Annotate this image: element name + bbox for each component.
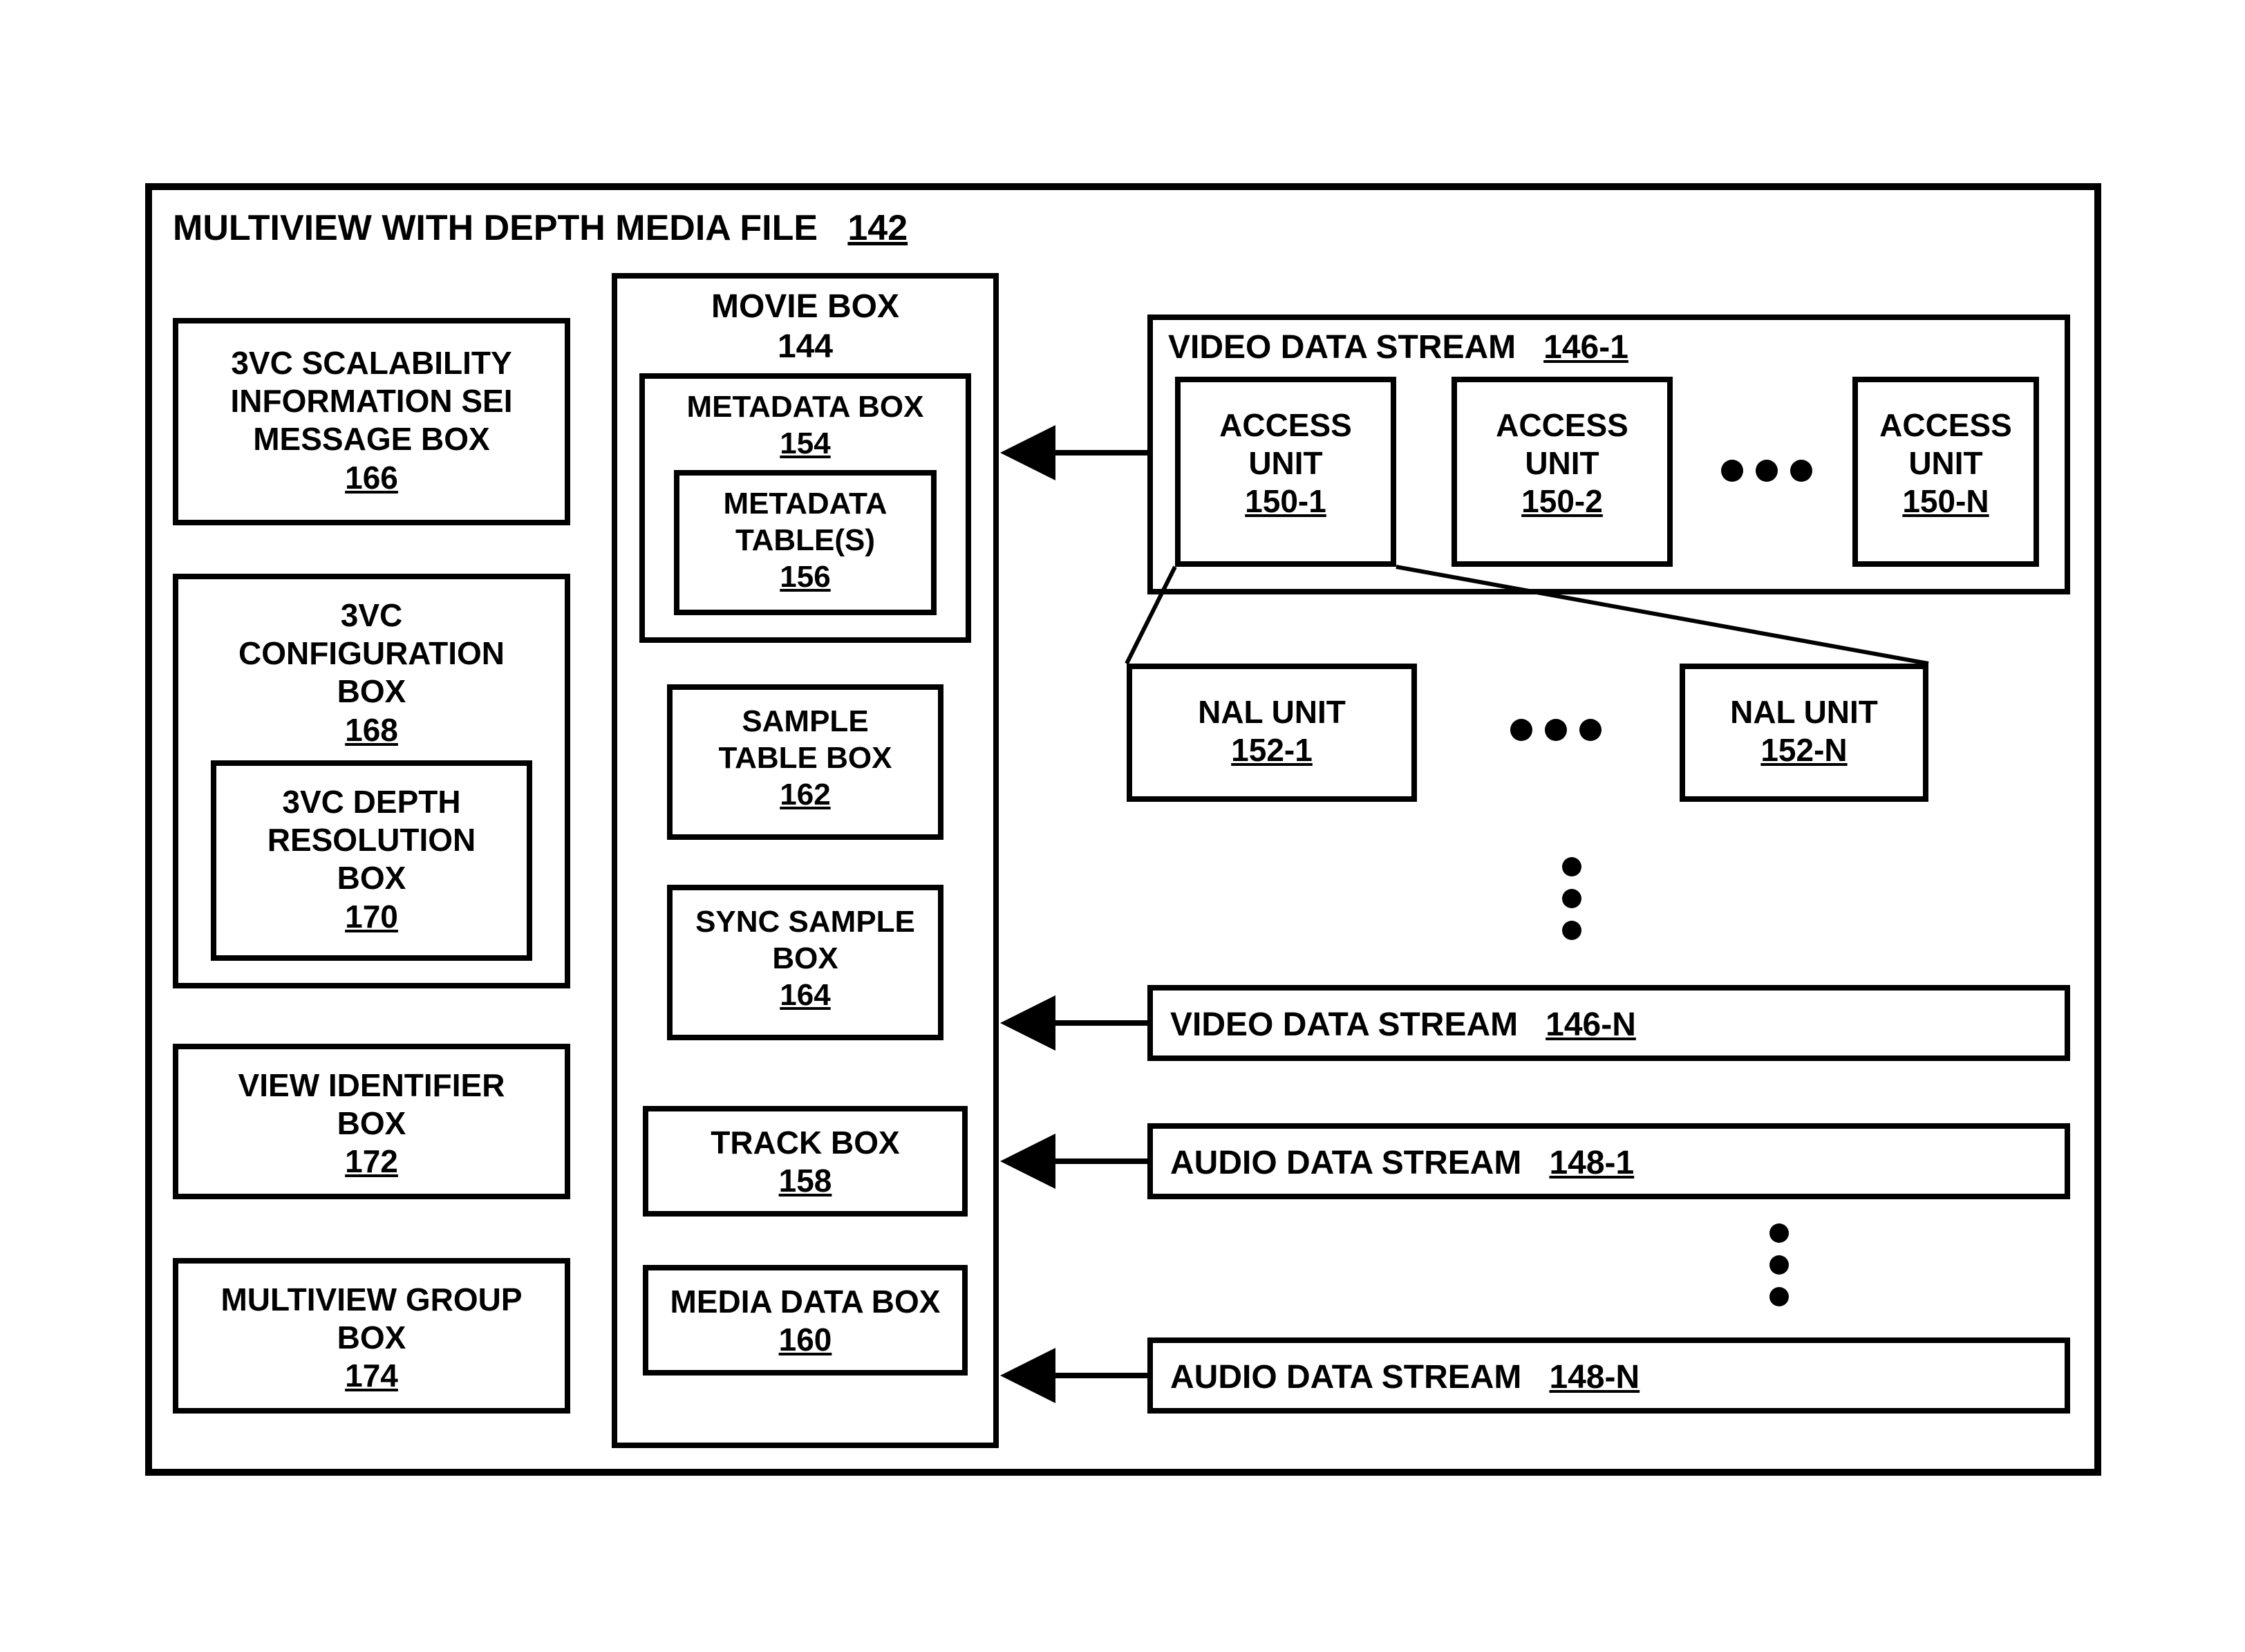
- videoN-title: VIDEO DATA STREAM: [1170, 1006, 1518, 1043]
- videoN-ref: 146-N: [1546, 1006, 1636, 1043]
- box-sync: SYNC SAMPLE BOX 164: [667, 885, 943, 1040]
- au-ellipsis: [1721, 460, 1812, 482]
- sample-l1: SAMPLE: [673, 704, 938, 740]
- au2-l2: UNIT: [1457, 444, 1667, 482]
- audio1-title: AUDIO DATA STREAM: [1170, 1145, 1521, 1181]
- box-naln: NAL UNIT 152-N: [1680, 664, 1928, 802]
- cfg-ref: 168: [178, 711, 565, 749]
- cfg-l2: CONFIGURATION: [178, 635, 565, 673]
- grp-l2: BOX: [178, 1319, 565, 1357]
- grp-l1: MULTIVIEW GROUP: [178, 1281, 565, 1319]
- au1-l2: UNIT: [1181, 444, 1391, 482]
- sei-ref: 166: [178, 459, 565, 497]
- track-ref: 158: [648, 1162, 962, 1200]
- audioN-ref: 148-N: [1549, 1359, 1640, 1396]
- sei-l2: INFORMATION SEI: [178, 382, 565, 420]
- depth-l2: RESOLUTION: [216, 821, 527, 859]
- meta-ref: 154: [645, 426, 966, 462]
- video1-title-row: VIDEO DATA STREAM 146-1: [1168, 328, 1628, 366]
- sei-l1: 3VC SCALABILITY: [178, 344, 565, 382]
- video-vdots: [1562, 857, 1581, 940]
- box-videoN: VIDEO DATA STREAM 146-N: [1147, 985, 2070, 1061]
- au1-l1: ACCESS: [1181, 406, 1391, 444]
- aun-l1: ACCESS: [1858, 406, 2033, 444]
- box-metatables: METADATA TABLE(S) 156: [674, 470, 937, 615]
- box-grp: MULTIVIEW GROUP BOX 174: [173, 1258, 570, 1414]
- box-sample: SAMPLE TABLE BOX 162: [667, 684, 943, 840]
- box-audio1: AUDIO DATA STREAM 148-1: [1147, 1123, 2070, 1199]
- outer-title-text: MULTIVIEW WITH DEPTH MEDIA FILE: [173, 208, 818, 248]
- box-sei: 3VC SCALABILITY INFORMATION SEI MESSAGE …: [173, 318, 570, 525]
- view-l2: BOX: [178, 1105, 565, 1143]
- nal1-l1: NAL UNIT: [1132, 693, 1411, 731]
- box-track: TRACK BOX 158: [643, 1106, 968, 1217]
- au2-ref: 150-2: [1457, 482, 1667, 520]
- audioN-title: AUDIO DATA STREAM: [1170, 1359, 1521, 1396]
- sync-ref: 164: [673, 977, 938, 1014]
- media-l1: MEDIA DATA BOX: [648, 1283, 962, 1321]
- view-l1: VIEW IDENTIFIER: [178, 1067, 565, 1105]
- depth-ref: 170: [216, 898, 527, 936]
- view-ref: 172: [178, 1143, 565, 1181]
- sei-l3: MESSAGE BOX: [178, 420, 565, 458]
- sample-ref: 162: [673, 777, 938, 814]
- meta-title: METADATA BOX: [645, 389, 966, 426]
- outer-title-ref: 142: [847, 208, 908, 248]
- track-l1: TRACK BOX: [648, 1124, 962, 1162]
- box-au2: ACCESS UNIT 150-2: [1452, 377, 1673, 567]
- movie-title: MOVIE BOX: [612, 287, 999, 327]
- audio-vdots: [1769, 1223, 1789, 1306]
- depth-l1: 3VC DEPTH: [216, 783, 527, 821]
- naln-l1: NAL UNIT: [1685, 693, 1923, 731]
- au1-ref: 150-1: [1181, 482, 1391, 520]
- grp-ref: 174: [178, 1357, 565, 1395]
- tables-l2: TABLE(S): [679, 523, 931, 559]
- box-depth: 3VC DEPTH RESOLUTION BOX 170: [211, 760, 532, 961]
- box-nal1: NAL UNIT 152-1: [1127, 664, 1417, 802]
- nal1-ref: 152-1: [1132, 731, 1411, 769]
- cfg-l3: BOX: [178, 673, 565, 711]
- nal-ellipsis: [1510, 719, 1601, 741]
- tables-ref: 156: [679, 559, 931, 596]
- sync-l2: BOX: [673, 941, 938, 977]
- diagram-canvas: MULTIVIEW WITH DEPTH MEDIA FILE 142 3VC …: [0, 0, 2245, 1652]
- aun-l2: UNIT: [1858, 444, 2033, 482]
- box-aun: ACCESS UNIT 150-N: [1852, 377, 2039, 567]
- tables-l1: METADATA: [679, 486, 931, 523]
- box-au1: ACCESS UNIT 150-1: [1175, 377, 1396, 567]
- box-media: MEDIA DATA BOX 160: [643, 1265, 968, 1376]
- aun-ref: 150-N: [1858, 482, 2033, 520]
- media-ref: 160: [648, 1321, 962, 1359]
- box-view: VIEW IDENTIFIER BOX 172: [173, 1044, 570, 1199]
- movie-ref: 144: [612, 327, 999, 367]
- video1-title: VIDEO DATA STREAM: [1168, 329, 1516, 366]
- video1-ref: 146-1: [1543, 329, 1628, 366]
- sync-l1: SYNC SAMPLE: [673, 904, 938, 941]
- cfg-l1: 3VC: [178, 597, 565, 635]
- depth-l3: BOX: [216, 859, 527, 897]
- audio1-ref: 148-1: [1549, 1145, 1634, 1181]
- naln-ref: 152-N: [1685, 731, 1923, 769]
- movie-title-block: MOVIE BOX 144: [612, 287, 999, 366]
- box-audioN: AUDIO DATA STREAM 148-N: [1147, 1337, 2070, 1414]
- au2-l1: ACCESS: [1457, 406, 1667, 444]
- outer-title: MULTIVIEW WITH DEPTH MEDIA FILE 142: [173, 207, 908, 249]
- sample-l2: TABLE BOX: [673, 740, 938, 777]
